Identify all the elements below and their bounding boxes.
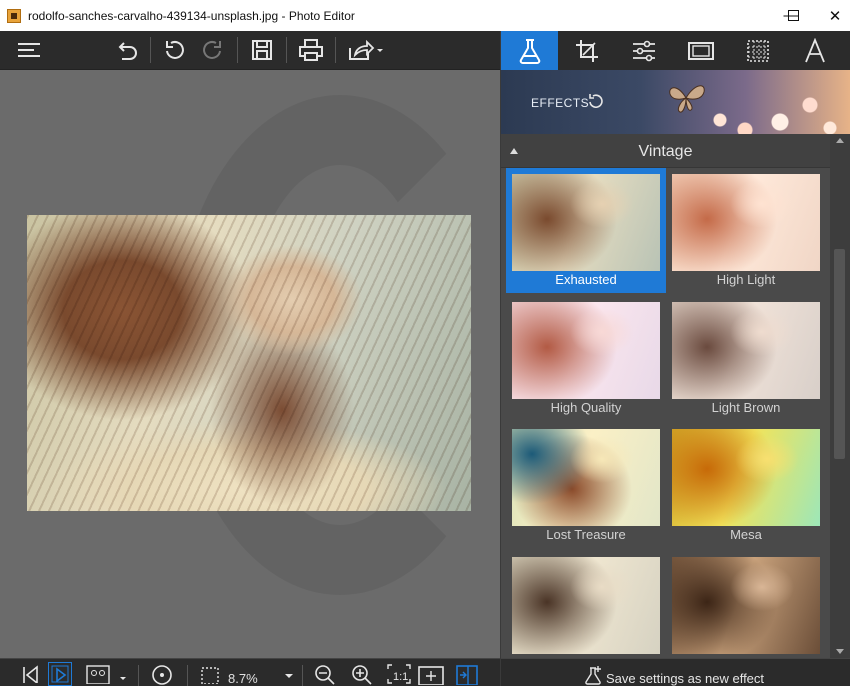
redo-icon[interactable] [197,35,227,65]
actual-size-icon[interactable]: 1:1 [387,662,411,686]
effect-label: Light Brown [711,400,781,415]
butterfly-icon [664,80,708,116]
scroll-up-arrow-icon[interactable] [836,138,844,143]
effect-tile-high-light[interactable]: High Light [666,168,826,293]
effects-icon [516,37,544,65]
slideshow-icon[interactable] [48,662,72,686]
text-icon [803,37,827,64]
effect-thumbnail [672,557,820,654]
bottom-toolbar: 8.7% 1:1 [0,658,500,686]
save-icon[interactable] [247,35,277,65]
compare-icon[interactable] [86,662,126,686]
effect-thumbnail [512,557,660,654]
tab-frame[interactable] [672,31,729,70]
image-canvas[interactable] [0,70,500,658]
vintage-section-header[interactable]: Vintage [501,134,830,168]
effect-tile[interactable] [666,551,826,658]
tab-texture[interactable] [729,31,786,70]
panel-tabs [501,31,850,70]
effect-thumbnail [512,429,660,526]
print-icon[interactable] [296,35,326,65]
effect-thumbnail [672,174,820,271]
frame-icon [687,40,715,62]
toolbar-divider [187,665,188,686]
blossom-decoration [700,80,850,134]
effect-tile-light-brown[interactable]: Light Brown [666,296,826,421]
svg-text:1:1: 1:1 [393,671,408,683]
adjust-icon [631,38,657,64]
zoom-in-icon[interactable] [350,662,374,686]
title-bar: rodolfo-sanches-carvalho-439134-unsplash… [0,0,850,31]
effects-banner: EFFECTS [501,70,850,134]
effect-label: High Light [716,272,776,287]
crop-icon [574,38,600,64]
maximize-button[interactable] [770,0,816,31]
tab-effects[interactable] [501,31,558,70]
effects-scrollbar[interactable] [830,134,850,658]
edited-photo[interactable] [27,215,471,511]
effect-thumbnail [672,429,820,526]
effect-label: Mesa [730,527,762,542]
reset-effects-icon[interactable] [588,92,604,108]
effect-tile[interactable] [506,551,666,658]
effects-panel: EFFECTS Vintage Exhausted High Light Hig… [501,31,850,686]
fit-icon[interactable] [417,662,445,686]
texture-icon [745,38,771,64]
effect-label: Lost Treasure [546,527,626,542]
effects-banner-label: EFFECTS [531,96,590,110]
effect-thumbnail [672,302,820,399]
close-button[interactable]: ✕ [812,0,850,31]
share-icon[interactable] [345,35,387,65]
toolbar-divider [237,37,238,63]
effect-tile-exhausted[interactable]: Exhausted [506,168,666,293]
undo-step-icon[interactable] [160,35,190,65]
scroll-thumb[interactable] [834,249,845,459]
effect-thumbnail [512,174,660,271]
toolbar-divider [150,37,151,63]
scroll-down-arrow-icon[interactable] [836,649,844,654]
save-effect-button[interactable]: Save settings as new effect [501,658,850,686]
effect-tile-lost-treasure[interactable]: Lost Treasure [506,423,666,548]
first-image-icon[interactable] [18,662,42,686]
undo-icon[interactable] [112,35,142,65]
effect-tile-high-quality[interactable]: High Quality [506,296,666,421]
effect-label: High Quality [550,400,622,415]
save-effect-icon [583,665,603,685]
effect-tile-mesa[interactable]: Mesa [666,423,826,548]
tab-crop[interactable] [558,31,615,70]
toolbar-divider [138,665,139,686]
effect-thumbnail [512,302,660,399]
menu-icon[interactable] [14,35,44,65]
photo-editor-window: rodolfo-sanches-carvalho-439134-unsplash… [0,0,850,686]
save-effect-label: Save settings as new effect [606,671,765,686]
main-toolbar [0,31,500,70]
toolbar-divider [302,665,303,686]
app-icon [7,8,21,23]
toolbar-divider [286,37,287,63]
zoom-level[interactable]: 8.7% [228,671,258,686]
toolbar-divider [335,37,336,63]
zoom-out-icon[interactable] [313,662,337,686]
tab-adjust[interactable] [615,31,672,70]
effect-label: Exhausted [555,272,617,287]
section-title: Vintage [638,143,693,160]
effects-grid: Exhausted High Light High Quality Light … [501,168,830,658]
side-panel-icon[interactable] [455,662,479,686]
zoom-field-icon[interactable] [198,662,222,686]
zoom-dropdown-icon[interactable] [277,662,301,686]
rotate-icon[interactable] [150,662,174,686]
window-title: rodolfo-sanches-carvalho-439134-unsplash… [28,8,355,23]
tab-text[interactable] [786,31,843,70]
